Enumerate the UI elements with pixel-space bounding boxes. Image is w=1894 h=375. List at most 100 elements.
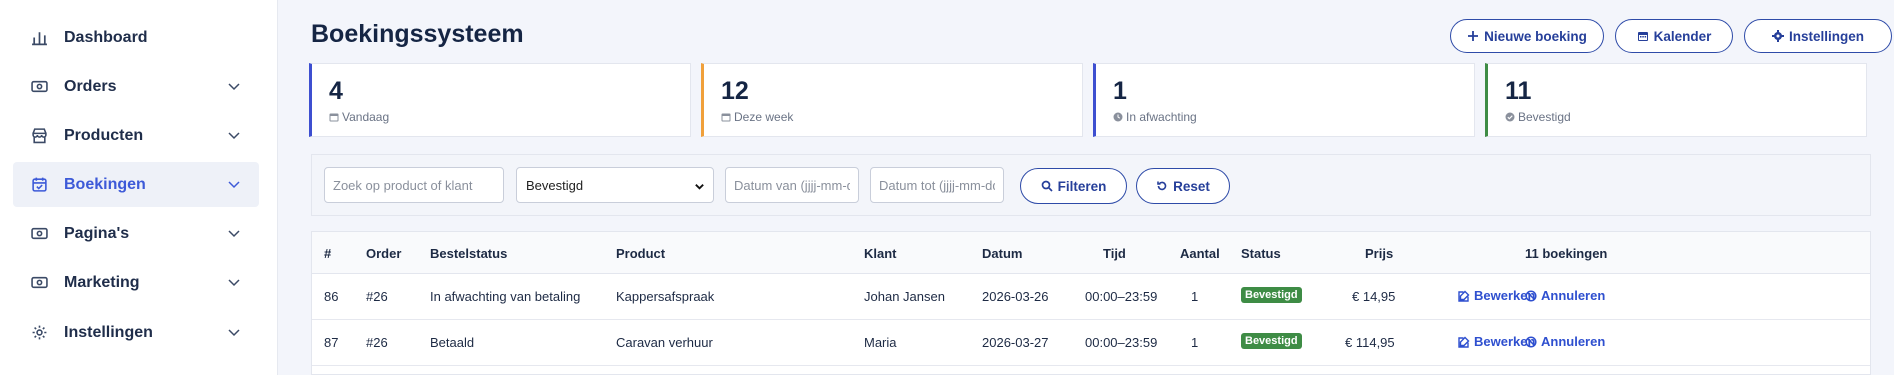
calendar-icon — [1637, 32, 1648, 41]
cell-date: 2026-03-26 — [982, 289, 1049, 304]
money-icon — [30, 225, 48, 243]
cell-date: 2026-03-27 — [982, 335, 1049, 350]
stat-label-text: Vandaag — [342, 110, 390, 124]
stat-card-week: 12 Deze week — [701, 63, 1083, 137]
stat-card-confirmed: 11 Bevestigd — [1485, 63, 1867, 137]
stat-value: 1 — [1113, 77, 1127, 105]
sidebar-item-marketing[interactable]: Marketing — [13, 260, 259, 305]
check-circle-icon — [1505, 112, 1515, 122]
stat-label-text: Bevestigd — [1518, 110, 1571, 124]
cell-quantity: 1 — [1191, 289, 1199, 304]
cancel-button[interactable]: Annuleren — [1525, 288, 1605, 303]
cancel-button[interactable]: Annuleren — [1525, 334, 1605, 349]
sidebar-item-label: Boekingen — [64, 175, 146, 193]
sidebar: Dashboard Orders Producten Boekingen Pag… — [0, 0, 278, 375]
reset-button[interactable]: Reset — [1136, 168, 1230, 204]
status-badge: Bevestigd — [1241, 287, 1302, 303]
calendar-icon — [721, 113, 731, 122]
new-booking-label: Nieuwe boeking — [1484, 28, 1587, 44]
sidebar-item-boekingen[interactable]: Boekingen — [13, 162, 259, 207]
calendar-icon — [329, 113, 339, 122]
filter-bar: Bevestigd Filteren Reset — [311, 154, 1871, 216]
chevron-down-icon — [695, 184, 704, 190]
col-id: # — [324, 246, 332, 261]
settings-label: Instellingen — [1788, 28, 1864, 44]
gear-icon — [30, 324, 48, 342]
cell-order: #26 — [366, 289, 388, 304]
col-order-status: Bestelstatus — [430, 246, 508, 261]
sidebar-item-dashboard[interactable]: Dashboard — [13, 15, 259, 60]
sidebar-item-orders[interactable]: Orders — [13, 64, 259, 109]
chevron-down-icon — [228, 83, 240, 91]
sidebar-item-producten[interactable]: Producten — [13, 113, 259, 158]
search-input[interactable] — [324, 167, 504, 203]
date-to-input[interactable] — [870, 167, 1004, 203]
sidebar-item-instellingen[interactable]: Instellingen — [13, 310, 259, 355]
search-icon — [1041, 180, 1053, 192]
chevron-down-icon — [228, 132, 240, 140]
clock-icon — [1113, 112, 1123, 122]
cell-order-status: Betaald — [430, 335, 475, 350]
edit-button[interactable]: Bewerken — [1458, 288, 1535, 303]
edit-button[interactable]: Bewerken — [1458, 334, 1535, 349]
plus-icon — [1468, 31, 1479, 41]
cell-product: Kappersafspraak — [616, 289, 715, 304]
stat-value: 12 — [721, 77, 749, 105]
cell-time: 00:00–23:59 — [1085, 289, 1158, 304]
edit-icon — [1458, 290, 1470, 302]
status-badge: Bevestigd — [1241, 333, 1302, 349]
new-booking-button[interactable]: Nieuwe boeking — [1450, 19, 1604, 53]
edit-icon — [1458, 336, 1470, 348]
col-date: Datum — [982, 246, 1023, 261]
calendar-label: Kalender — [1653, 28, 1712, 44]
ban-icon — [1525, 335, 1537, 348]
stat-value: 4 — [329, 77, 343, 105]
sidebar-item-label: Producten — [64, 126, 144, 144]
date-from-input[interactable] — [725, 167, 859, 203]
stat-label: Deze week — [721, 110, 793, 124]
sidebar-item-label: Marketing — [64, 273, 140, 291]
status-select[interactable]: Bevestigd — [516, 167, 714, 203]
cancel-label: Annuleren — [1541, 334, 1606, 349]
stat-label-text: Deze week — [734, 110, 794, 124]
main-content: Boekingssysteem Nieuwe boeking Kalender … — [279, 0, 1894, 375]
cell-id: 86 — [324, 289, 339, 304]
stat-label: In afwachting — [1113, 110, 1197, 124]
bar-chart-icon — [30, 29, 48, 47]
settings-button[interactable]: Instellingen — [1744, 19, 1892, 53]
cell-price: € 114,95 — [1345, 335, 1395, 350]
chevron-down-icon — [228, 329, 240, 337]
sidebar-item-label: Dashboard — [64, 28, 148, 46]
stat-label-text: In afwachting — [1126, 110, 1197, 124]
money-icon — [30, 274, 48, 292]
filter-button[interactable]: Filteren — [1020, 168, 1127, 204]
sidebar-item-label: Pagina's — [64, 224, 130, 242]
cancel-label: Annuleren — [1541, 288, 1606, 303]
table-row[interactable]: 87 #26 Betaald Caravan verhuur Maria 202… — [312, 320, 1870, 366]
col-status: Status — [1241, 246, 1281, 261]
sidebar-item-paginas[interactable]: Pagina's — [13, 211, 259, 256]
stat-value: 11 — [1505, 77, 1532, 105]
stat-card-pending: 1 In afwachting — [1093, 63, 1475, 137]
gear-icon — [1771, 30, 1784, 42]
col-product: Product — [616, 246, 666, 261]
table-header: # Order Bestelstatus Product Klant Datum… — [312, 232, 1870, 274]
table-row[interactable]: 86 #26 In afwachting van betaling Kapper… — [312, 274, 1870, 320]
calendar-check-icon — [30, 176, 48, 194]
chevron-down-icon — [228, 279, 240, 287]
cell-product: Caravan verhuur — [616, 335, 713, 350]
cell-price: € 14,95 — [1352, 289, 1396, 304]
page-title: Boekingssysteem — [311, 20, 524, 48]
chevron-down-icon — [228, 230, 240, 238]
chevron-down-icon — [228, 181, 240, 189]
cell-quantity: 1 — [1191, 335, 1199, 350]
stat-label: Vandaag — [329, 110, 389, 124]
sidebar-item-label: Instellingen — [64, 323, 153, 341]
cell-order-status: In afwachting van betaling — [430, 289, 581, 304]
ban-icon — [1525, 289, 1537, 302]
cell-customer: Johan Jansen — [864, 289, 945, 304]
cell-time: 00:00–23:59 — [1085, 335, 1158, 350]
cell-id: 87 — [324, 335, 339, 350]
calendar-button[interactable]: Kalender — [1615, 19, 1733, 53]
sidebar-item-label: Orders — [64, 77, 117, 95]
